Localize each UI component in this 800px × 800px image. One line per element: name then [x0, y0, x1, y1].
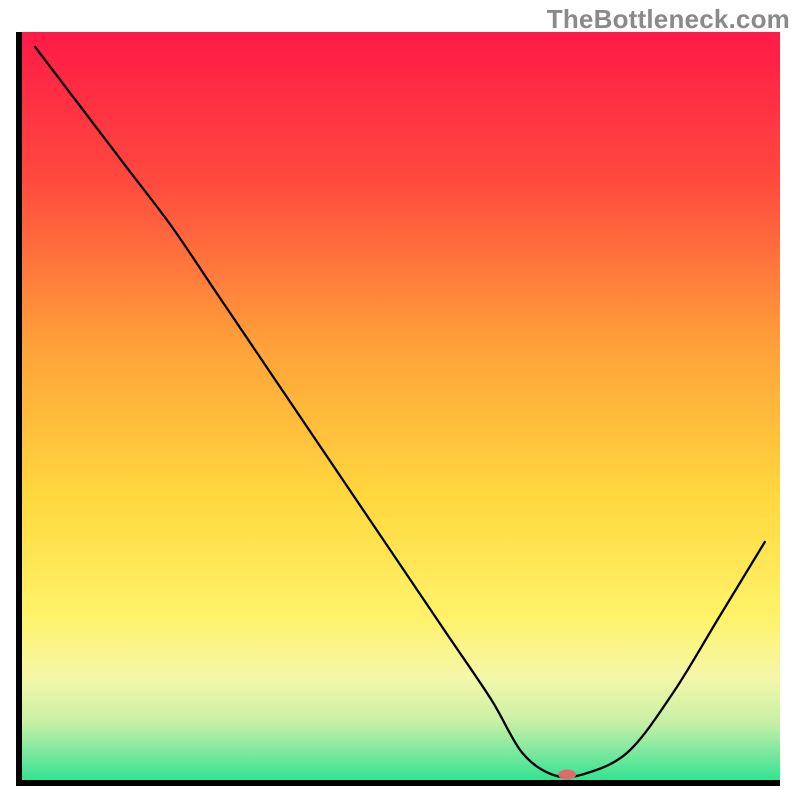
watermark-text: TheBottleneck.com [547, 4, 790, 35]
plot-background [20, 32, 780, 782]
chart-svg [0, 0, 800, 800]
y-axis [16, 32, 22, 786]
chart-container: TheBottleneck.com [0, 0, 800, 800]
optimum-marker [558, 770, 576, 780]
x-axis [16, 780, 780, 786]
